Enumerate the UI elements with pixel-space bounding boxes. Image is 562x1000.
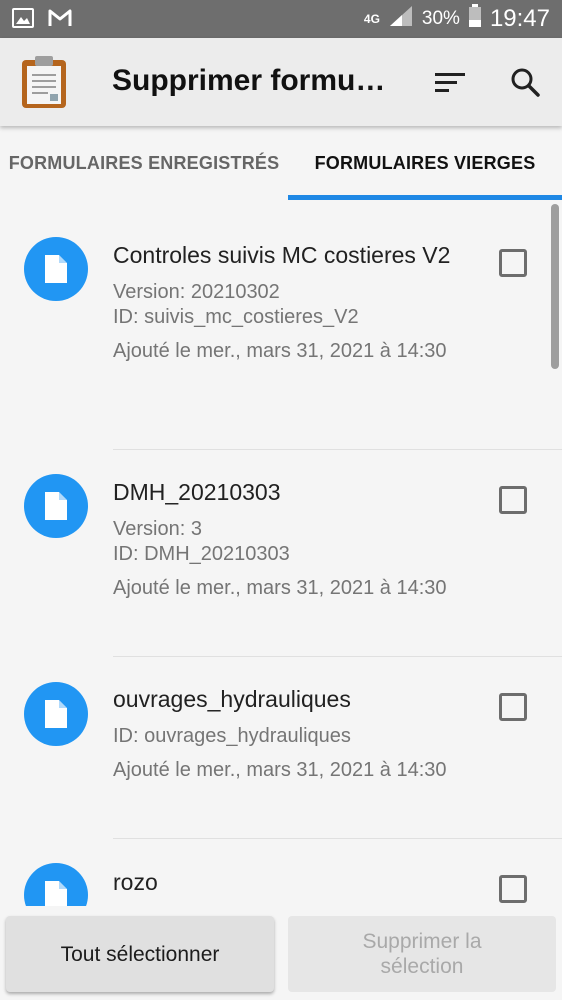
delete-selection-button[interactable]: Supprimer la sélection — [288, 916, 556, 992]
list-item[interactable]: Controles suivis MC costieres V2 Version… — [0, 200, 562, 449]
status-bar: 4G 30% 19:47 — [0, 0, 562, 38]
form-list[interactable]: Controles suivis MC costieres V2 Version… — [0, 200, 562, 906]
page-title: Supprimer formulaires — [112, 64, 392, 97]
scrollbar[interactable] — [551, 204, 559, 369]
battery-percent: 30% — [421, 8, 460, 29]
gmail-notification-icon — [48, 8, 72, 33]
clipboard-icon — [20, 54, 68, 110]
clock: 19:47 — [489, 5, 550, 32]
form-checkbox[interactable] — [499, 875, 527, 903]
gallery-notification-icon — [12, 7, 34, 34]
form-icon — [24, 863, 88, 906]
form-id: ID: DMH_20210303 — [113, 543, 290, 565]
form-title: ouvrages_hydrauliques — [113, 686, 351, 712]
search-icon[interactable] — [507, 64, 543, 100]
form-title: rozo — [113, 869, 158, 895]
list-item[interactable]: rozo — [0, 839, 562, 906]
form-title: Controles suivis MC costieres V2 — [113, 242, 451, 268]
form-added-date: Ajouté le mer., mars 31, 2021 à 14:30 — [113, 340, 447, 362]
form-checkbox[interactable] — [499, 249, 527, 277]
battery-icon — [468, 4, 482, 34]
app-bar: Supprimer formulaires — [0, 38, 562, 126]
select-all-button[interactable]: Tout sélectionner — [6, 916, 274, 992]
network-type: 4G — [363, 12, 380, 26]
tab-blank-forms[interactable]: FORMULAIRES VIERGES — [288, 126, 562, 200]
bottom-action-bar: Tout sélectionner Supprimer la sélection — [0, 906, 562, 1000]
form-version: Version: 3 — [113, 518, 202, 540]
list-item[interactable]: DMH_20210303 Version: 3 ID: DMH_20210303… — [0, 450, 562, 656]
form-icon — [24, 682, 88, 746]
form-checkbox[interactable] — [499, 693, 527, 721]
form-id: ID: ouvrages_hydrauliques — [113, 725, 351, 747]
form-version: Version: 20210302 — [113, 281, 280, 303]
form-added-date: Ajouté le mer., mars 31, 2021 à 14:30 — [113, 577, 447, 599]
delete-selection-label: Supprimer la sélection — [362, 930, 482, 978]
form-icon — [24, 237, 88, 301]
sort-icon[interactable] — [432, 64, 468, 100]
form-icon — [24, 474, 88, 538]
form-id: ID: suivis_mc_costieres_V2 — [113, 306, 359, 328]
form-title: DMH_20210303 — [113, 479, 281, 505]
form-added-date: Ajouté le mer., mars 31, 2021 à 14:30 — [113, 759, 447, 781]
list-item[interactable]: ouvrages_hydrauliques ID: ouvrages_hydra… — [0, 657, 562, 838]
tab-saved-forms[interactable]: FORMULAIRES ENREGISTRÉS — [0, 126, 288, 200]
form-checkbox[interactable] — [499, 486, 527, 514]
tab-bar: FORMULAIRES ENREGISTRÉS FORMULAIRES VIER… — [0, 126, 562, 200]
signal-icon — [388, 4, 414, 34]
